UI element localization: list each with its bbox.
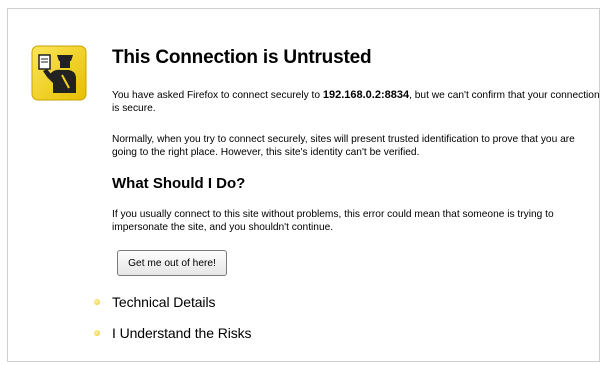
advice-text: If you usually connect to this site with… — [112, 209, 554, 233]
technical-details-expander[interactable]: Technical Details — [94, 294, 215, 310]
officer-warning-icon — [29, 43, 89, 103]
expander-bullet-icon — [94, 299, 100, 305]
understand-risks-expander[interactable]: I Understand the Risks — [94, 325, 252, 341]
understand-risks-label: I Understand the Risks — [112, 325, 252, 341]
intro-text: You have asked Firefox to connect secure… — [112, 89, 600, 115]
page-title: This Connection is Untrusted — [112, 47, 372, 68]
technical-details-label: Technical Details — [112, 294, 216, 310]
expander-bullet-icon — [94, 330, 100, 336]
intro-prefix: You have asked Firefox to connect secure… — [112, 90, 323, 101]
host-address: 192.168.0.2:8834 — [322, 89, 410, 101]
error-page-frame: This Connection is Untrusted You have as… — [7, 8, 600, 362]
normal-explanation-text: Normally, when you try to connect secure… — [112, 134, 575, 158]
get-me-out-button[interactable]: Get me out of here! — [117, 250, 227, 276]
what-should-i-do-heading: What Should I Do? — [112, 175, 246, 192]
